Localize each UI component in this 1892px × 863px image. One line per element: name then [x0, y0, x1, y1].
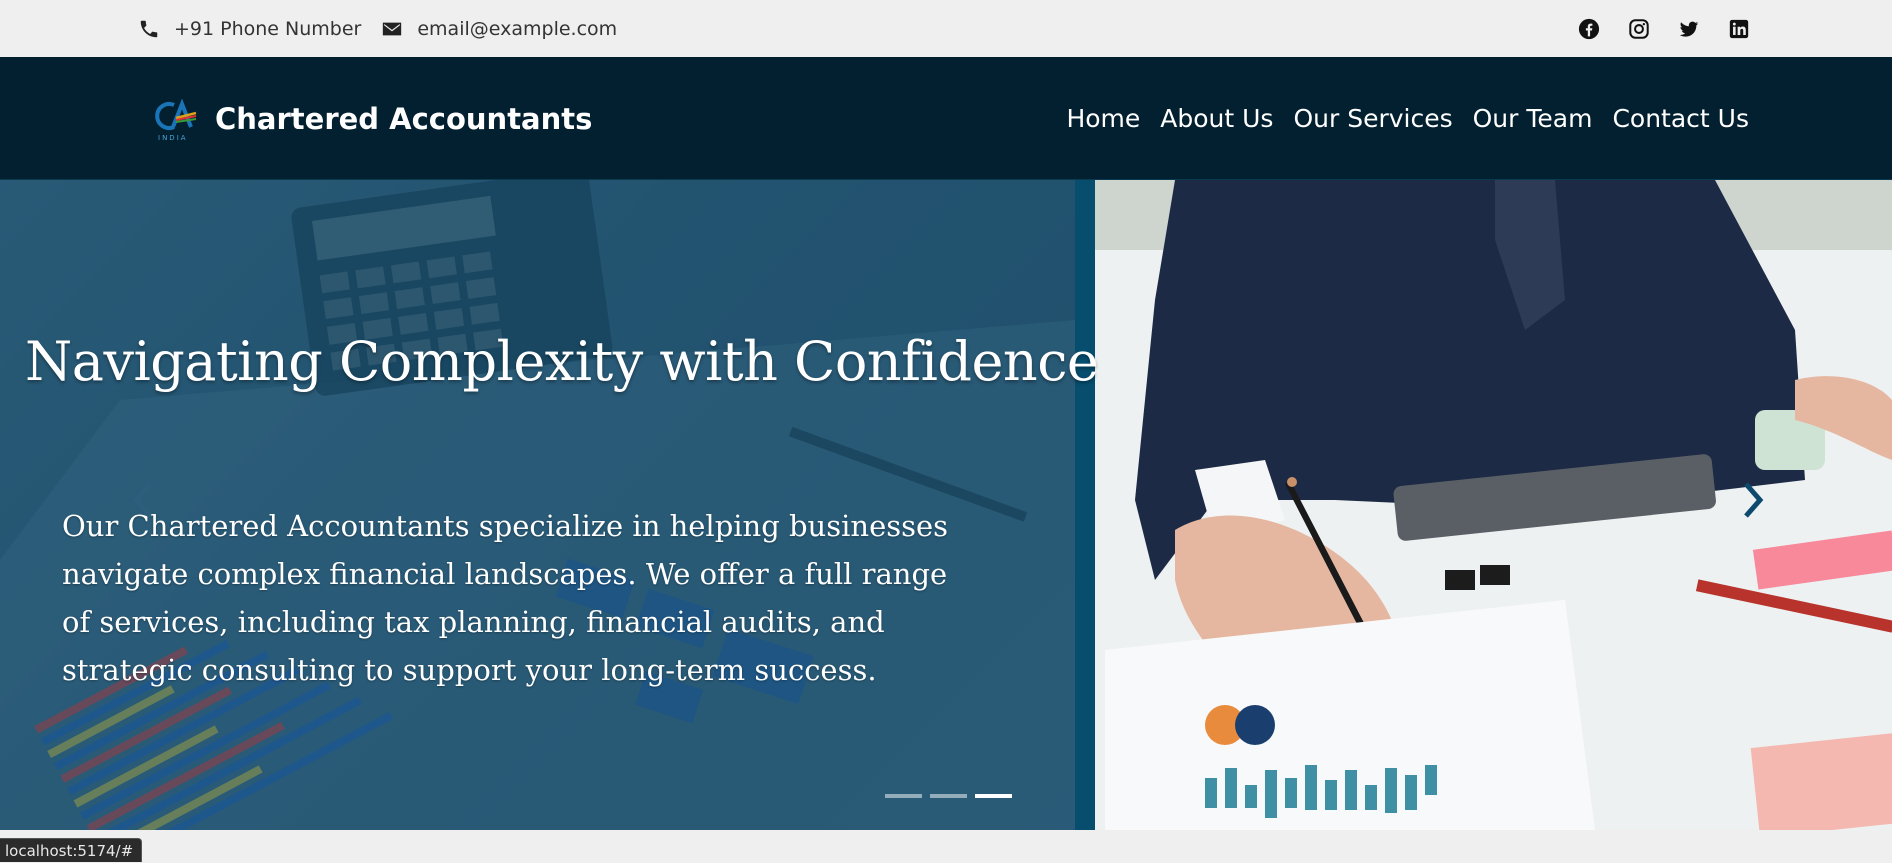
browser-status-url: localhost:5174/# — [0, 838, 143, 862]
nav-about-us[interactable]: About Us — [1160, 104, 1273, 133]
carousel-indicator-3[interactable] — [975, 794, 1012, 798]
nav-our-team[interactable]: Our Team — [1473, 104, 1593, 133]
ca-india-logo: INDIA — [152, 96, 200, 142]
facebook-icon[interactable] — [1578, 18, 1600, 40]
envelope-icon — [381, 18, 403, 40]
phone-icon — [138, 18, 160, 40]
hero-divider — [1075, 180, 1095, 830]
email-address[interactable]: email@example.com — [417, 18, 617, 40]
nav-our-services[interactable]: Our Services — [1293, 104, 1452, 133]
carousel-indicator-1[interactable] — [885, 794, 922, 798]
carousel-indicator-2[interactable] — [930, 794, 967, 798]
contact-info: +91 Phone Number email@example.com — [138, 0, 637, 57]
carousel-prev-button[interactable] — [122, 480, 162, 520]
social-links — [1578, 0, 1750, 57]
chevron-left-icon — [132, 482, 152, 518]
hero-description: Our Chartered Accountants specialize in … — [62, 509, 949, 687]
brand-name: Chartered Accountants — [215, 101, 593, 136]
main-header: INDIA Chartered Accountants Home About U… — [0, 57, 1892, 180]
instagram-icon[interactable] — [1628, 18, 1650, 40]
hero-carousel: Navigating Complexity with Confidence Ou… — [0, 180, 1892, 830]
phone-number[interactable]: +91 Phone Number — [174, 18, 361, 40]
brand[interactable]: INDIA Chartered Accountants — [152, 57, 592, 180]
logo-text: INDIA — [158, 134, 188, 142]
carousel-indicators — [885, 794, 1012, 798]
linkedin-icon[interactable] — [1728, 18, 1750, 40]
nav-home[interactable]: Home — [1066, 104, 1140, 133]
main-nav: Home About Us Our Services Our Team Cont… — [1066, 57, 1749, 180]
nav-contact-us[interactable]: Contact Us — [1612, 104, 1749, 133]
carousel-next-button[interactable] — [1734, 480, 1774, 520]
hero-headline: Navigating Complexity with Confidence — [25, 330, 1099, 393]
chevron-right-icon — [1744, 482, 1764, 518]
top-contact-bar: +91 Phone Number email@example.com — [0, 0, 1892, 57]
twitter-icon[interactable] — [1678, 18, 1700, 40]
